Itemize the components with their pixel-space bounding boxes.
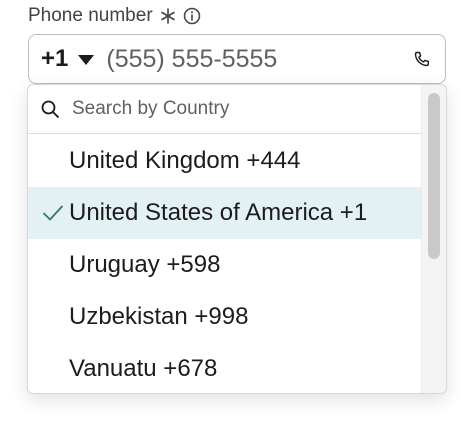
- country-option-label: United States of America +1: [69, 199, 368, 226]
- country-option-label: Uzbekistan +998: [69, 303, 249, 330]
- list-item[interactable]: United Kingdom +444: [28, 135, 424, 187]
- search-icon: [41, 100, 59, 118]
- phone-number-label-row: Phone number: [28, 4, 201, 28]
- country-code-selector[interactable]: +1: [41, 45, 68, 73]
- phone-number-label: Phone number: [28, 5, 153, 26]
- country-option-label: Uruguay +598: [69, 251, 221, 278]
- country-list: United Kingdom +444 United States of Ame…: [28, 135, 424, 393]
- dropdown-scrollbar[interactable]: [421, 85, 446, 393]
- list-item[interactable]: Uzbekistan +998: [28, 291, 424, 343]
- caret-down-icon[interactable]: [78, 55, 95, 65]
- info-icon[interactable]: [183, 7, 201, 25]
- list-item-selected[interactable]: United States of America +1: [28, 187, 424, 239]
- list-item[interactable]: Vanuatu +678: [28, 343, 424, 393]
- list-item[interactable]: Uruguay +598: [28, 239, 424, 291]
- country-dropdown: United Kingdom +444 United States of Ame…: [27, 84, 447, 394]
- country-search-input[interactable]: [72, 98, 392, 120]
- country-option-label: United Kingdom +444: [69, 147, 301, 174]
- check-icon: [43, 205, 63, 221]
- asterisk-icon: [160, 8, 175, 24]
- phone-number-input[interactable]: [106, 44, 407, 74]
- scrollbar-thumb[interactable]: [428, 93, 440, 259]
- country-search-row: [28, 85, 424, 134]
- phone-icon: [414, 51, 429, 67]
- country-option-label: Vanuatu +678: [69, 355, 218, 382]
- phone-number-field[interactable]: +1: [28, 34, 446, 84]
